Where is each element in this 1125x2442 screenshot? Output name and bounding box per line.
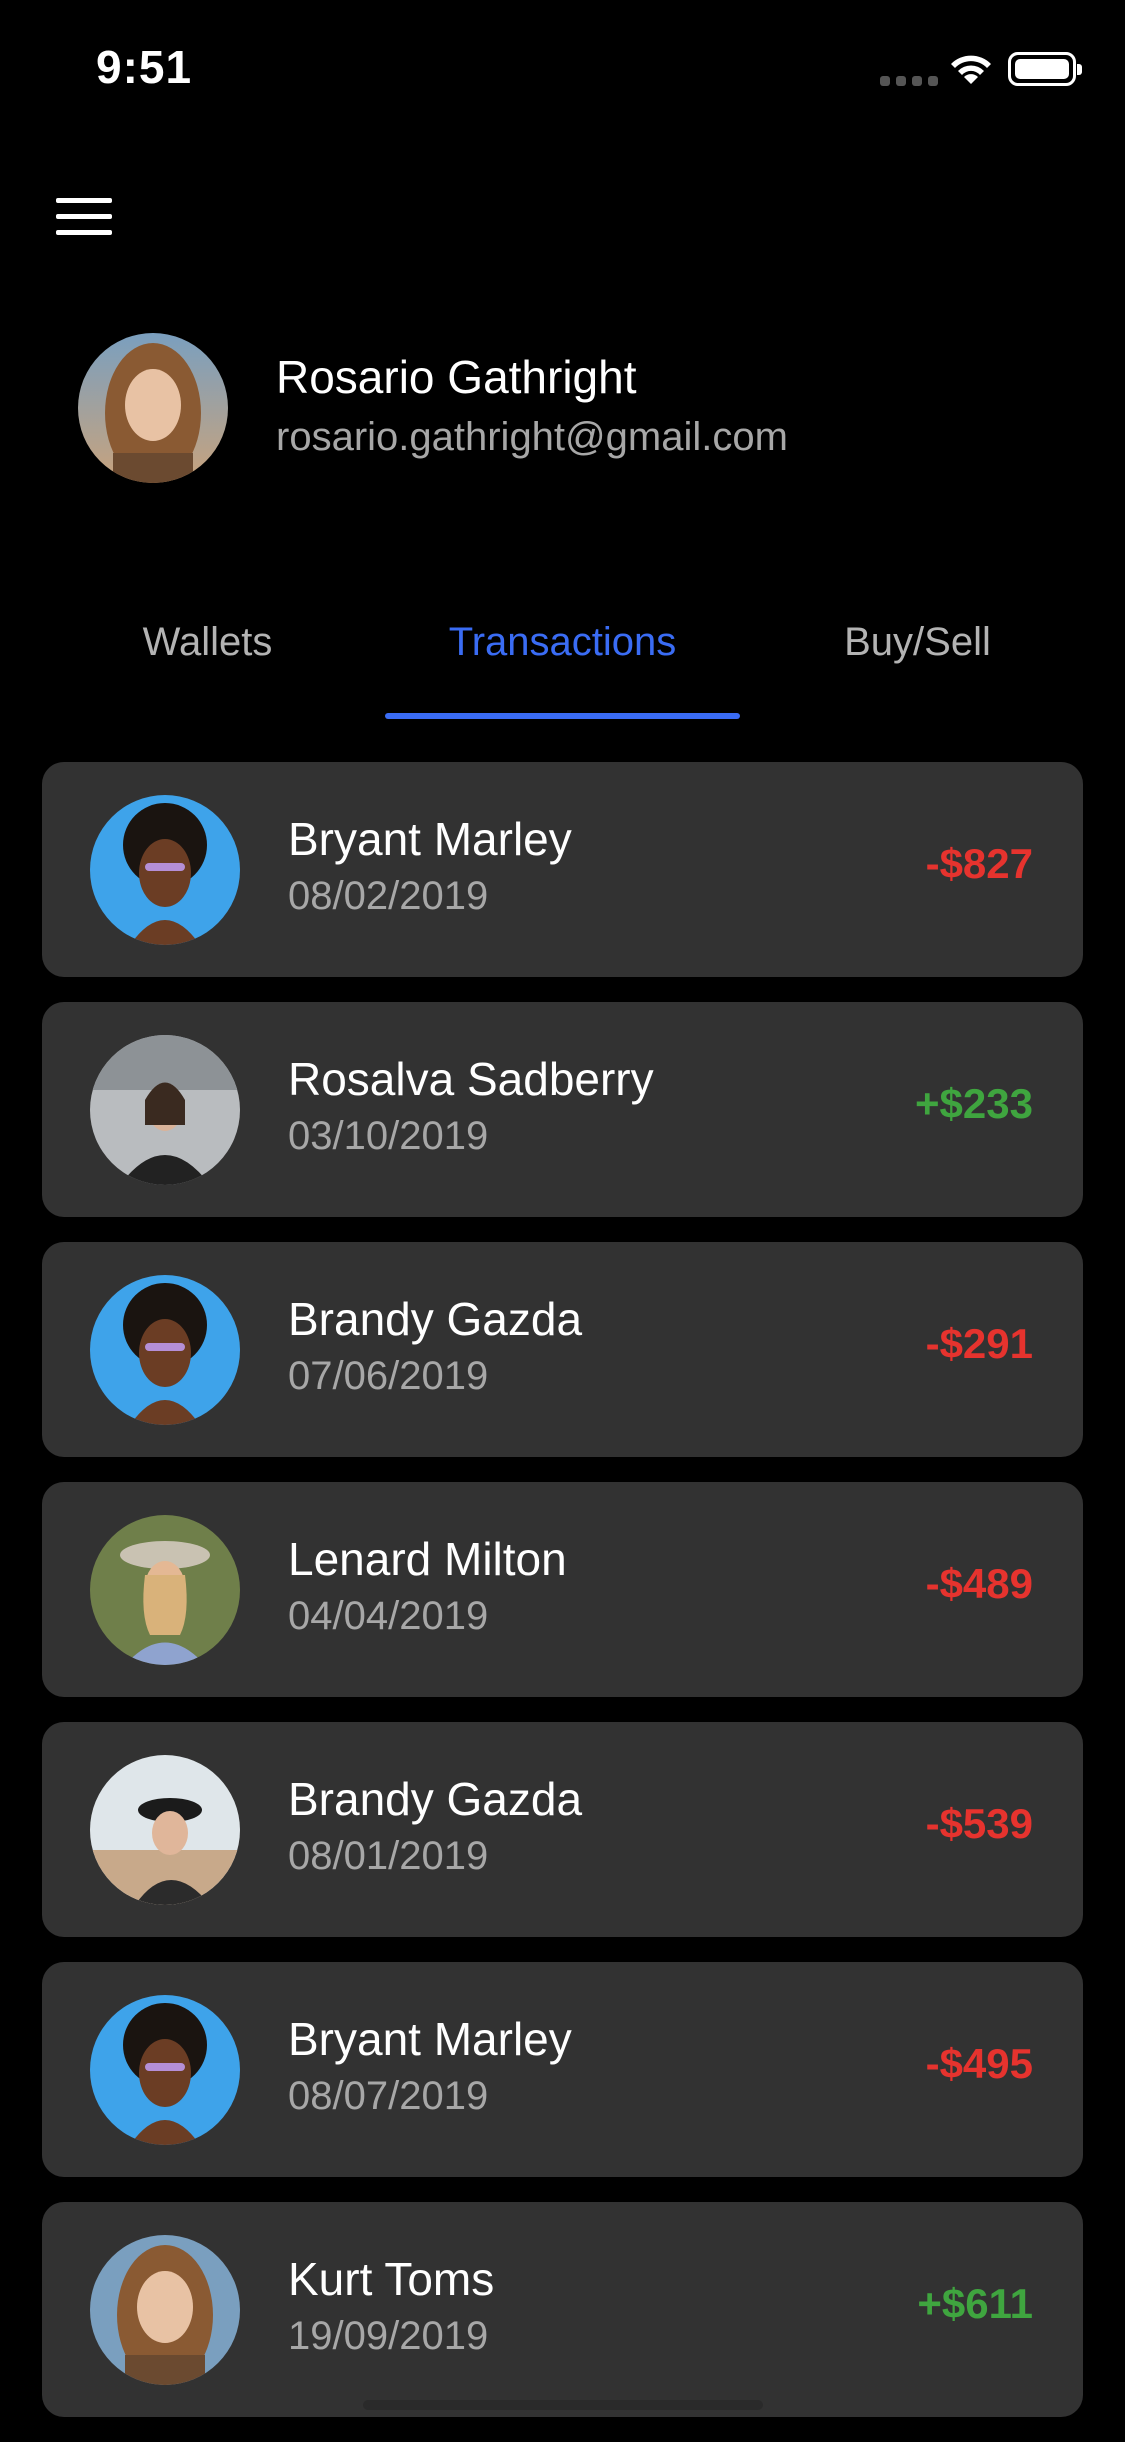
transaction-name: Bryant Marley xyxy=(288,813,572,865)
avatar xyxy=(90,1515,240,1665)
transaction-amount: -$539 xyxy=(925,1800,1033,1847)
transaction-item[interactable]: Lenard Milton 04/04/2019 -$489 xyxy=(42,1482,1083,1697)
avatar xyxy=(90,1035,240,1185)
status-bar: 9:51 xyxy=(0,0,1125,140)
tab-transactions[interactable]: Transactions xyxy=(385,620,740,665)
transaction-date: 08/07/2019 xyxy=(288,2074,489,2118)
avatar xyxy=(90,795,240,945)
transactions-list: Bryant Marley 08/02/2019 -$827 Rosalva S… xyxy=(42,762,1083,2442)
transaction-name: Rosalva Sadberry xyxy=(288,1053,654,1105)
home-indicator[interactable] xyxy=(363,2400,763,2410)
hamburger-menu-icon xyxy=(56,198,112,203)
transaction-item[interactable]: Brandy Gazda 08/01/2019 -$539 xyxy=(42,1722,1083,1937)
transaction-name: Brandy Gazda xyxy=(288,1293,583,1345)
cellular-signal-icon xyxy=(880,76,938,86)
transaction-name: Lenard Milton xyxy=(288,1533,567,1585)
transaction-amount: -$291 xyxy=(925,1320,1033,1367)
transaction-amount: -$489 xyxy=(925,1560,1033,1607)
transaction-item[interactable]: Bryant Marley 08/02/2019 -$827 xyxy=(42,762,1083,977)
transaction-date: 04/04/2019 xyxy=(288,1594,489,1638)
tab-buy-sell[interactable]: Buy/Sell xyxy=(740,620,1095,665)
active-tab-indicator xyxy=(385,713,740,719)
transaction-date: 19/09/2019 xyxy=(288,2314,489,2358)
transaction-date: 07/06/2019 xyxy=(288,1354,489,1398)
transaction-name: Brandy Gazda xyxy=(288,1773,583,1825)
transaction-name: Kurt Toms xyxy=(288,2253,495,2305)
transaction-date: 03/10/2019 xyxy=(288,1114,489,1158)
avatar xyxy=(90,1275,240,1425)
transaction-amount: +$233 xyxy=(915,1080,1033,1127)
profile-avatar xyxy=(78,333,228,483)
avatar xyxy=(90,1755,240,1905)
transaction-item[interactable]: Bryant Marley 08/07/2019 -$495 xyxy=(42,1962,1083,2177)
profile-email: rosario.gathright@gmail.com xyxy=(276,415,788,459)
transaction-amount: -$827 xyxy=(925,840,1033,887)
transaction-item[interactable]: Rosalva Sadberry 03/10/2019 +$233 xyxy=(42,1002,1083,1217)
tab-wallets[interactable]: Wallets xyxy=(30,620,385,665)
menu-button[interactable] xyxy=(56,196,112,236)
tab-bar: Wallets Transactions Buy/Sell xyxy=(30,600,1095,720)
wifi-icon xyxy=(951,55,991,84)
battery-icon xyxy=(1008,52,1082,86)
transaction-date: 08/02/2019 xyxy=(288,874,489,918)
transaction-item[interactable]: Kurt Toms 19/09/2019 +$611 xyxy=(42,2202,1083,2417)
profile-name: Rosario Gathright xyxy=(276,351,637,403)
transaction-date: 08/01/2019 xyxy=(288,1834,489,1878)
transaction-amount: +$611 xyxy=(917,2280,1033,2327)
avatar xyxy=(90,1995,240,2145)
transaction-amount: -$495 xyxy=(925,2040,1033,2087)
transaction-name: Bryant Marley xyxy=(288,2013,572,2065)
avatar xyxy=(90,2235,240,2385)
transaction-item[interactable]: Brandy Gazda 07/06/2019 -$291 xyxy=(42,1242,1083,1457)
status-time: 9:51 xyxy=(96,41,193,93)
